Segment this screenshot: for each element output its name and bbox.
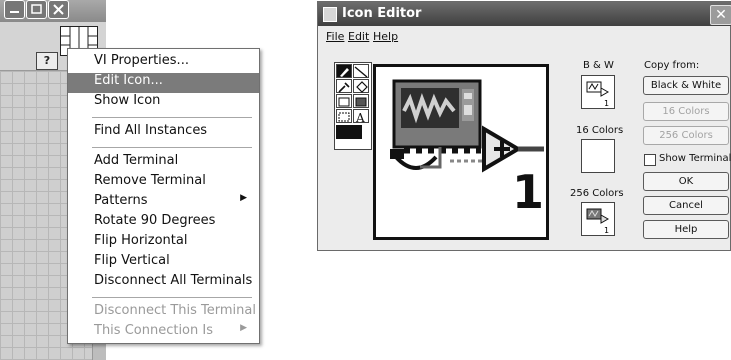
show-terminals-label: Show Terminals (659, 153, 731, 164)
dropper-icon (338, 82, 350, 93)
minimize-button[interactable] (4, 0, 25, 19)
menu-item-remove-terminal[interactable]: Remove Terminal (68, 173, 259, 193)
menu-edit[interactable]: Edit (348, 30, 369, 43)
close-window-button[interactable] (48, 0, 69, 19)
color-copy-tool[interactable] (336, 79, 352, 93)
bw-preview-icon: 1 (586, 81, 609, 108)
menu-item-show-icon[interactable]: Show Icon (68, 93, 259, 113)
bw-label: B & W (583, 60, 614, 71)
fill-tool[interactable] (353, 79, 369, 93)
copy-256-colors-button: 256 Colors (643, 126, 729, 145)
menu-item-vi-properties[interactable]: VI Properties... (68, 53, 259, 73)
copy-black-white-button[interactable]: Black & White (643, 76, 729, 95)
menu-item-find-all-instances[interactable]: Find All Instances (68, 123, 259, 143)
menu-item-patterns[interactable]: Patterns ▶ (68, 193, 259, 213)
twofiftysix-preview-icon: 1 (586, 208, 609, 235)
icon-number-text: 1 (512, 165, 545, 219)
text-tool[interactable]: A (353, 109, 369, 125)
line-tool[interactable] (353, 64, 369, 78)
rectangle-tool[interactable] (336, 94, 352, 108)
menu-file[interactable]: File (326, 30, 344, 43)
close-icon (53, 4, 64, 15)
help-button[interactable]: ? (36, 52, 58, 70)
dialog-title: Icon Editor (342, 6, 422, 21)
bucket-icon (356, 81, 368, 93)
select-tool[interactable] (336, 109, 352, 123)
copy-16-colors-button: 16 Colors (643, 102, 729, 121)
menu-item-add-terminal[interactable]: Add Terminal (68, 153, 259, 173)
menu-help[interactable]: Help (373, 30, 398, 43)
maximize-button[interactable] (26, 0, 47, 19)
menu-item-patterns-label: Patterns (94, 193, 148, 208)
svg-text:1: 1 (604, 226, 609, 235)
cancel-button[interactable]: Cancel (643, 196, 729, 215)
menu-item-edit-icon[interactable]: Edit Icon... (68, 73, 259, 93)
svg-text:1: 1 (604, 99, 609, 108)
pencil-icon (340, 68, 349, 77)
text-icon: A (355, 111, 365, 125)
line-icon (354, 66, 368, 78)
help-dialog-button[interactable]: Help (643, 220, 729, 239)
foreground-color-swatch[interactable] (336, 125, 362, 139)
icon-canvas[interactable]: 1 (373, 64, 549, 240)
dialog-titlebar: Icon Editor ✕ (318, 2, 731, 26)
twofiftysix-colors-label: 256 Colors (570, 188, 624, 199)
question-icon: ? (43, 54, 51, 67)
connector-context-menu: VI Properties... Edit Icon... Show Icon … (67, 48, 260, 344)
show-terminals-checkbox[interactable] (644, 154, 656, 166)
menu-item-disconnect-all[interactable]: Disconnect All Terminals (68, 273, 259, 293)
menu-item-flip-horizontal[interactable]: Flip Horizontal (68, 233, 259, 253)
menu-item-this-connection-is: This Connection Is ▶ (68, 323, 259, 343)
minimize-icon (10, 11, 19, 13)
maximize-icon (31, 4, 42, 14)
filled-rectangle-icon (355, 97, 367, 107)
menu-item-rotate-90[interactable]: Rotate 90 Degrees (68, 213, 259, 233)
twofiftysix-colors-preview[interactable]: 1 (581, 202, 615, 236)
select-icon (338, 112, 350, 122)
copy-from-label: Copy from: (644, 60, 700, 71)
submenu-arrow-icon: ▶ (240, 193, 247, 203)
rectangle-icon (338, 97, 350, 107)
filled-rectangle-tool[interactable] (353, 94, 369, 108)
sixteen-colors-label: 16 Colors (576, 125, 624, 136)
menu-item-flip-vertical[interactable]: Flip Vertical (68, 253, 259, 273)
labview-app-icon (323, 7, 337, 22)
close-icon: ✕ (715, 7, 727, 23)
menu-separator (92, 147, 252, 148)
menu-separator (92, 117, 252, 118)
submenu-arrow-icon: ▶ (240, 323, 247, 333)
menu-separator (92, 297, 252, 298)
icon-editor-dialog: Icon Editor ✕ File Edit Help A 1 B & W 1… (317, 1, 731, 251)
dialog-close-button[interactable]: ✕ (710, 5, 731, 25)
pencil-tool[interactable] (336, 64, 352, 78)
sixteen-colors-preview[interactable] (581, 139, 615, 173)
dialog-menubar: File Edit Help (318, 28, 518, 46)
window-titlebar (0, 0, 106, 22)
menu-item-disconnect-this: Disconnect This Terminal (94, 303, 256, 318)
menu-item-this-connection-label: This Connection Is (94, 323, 213, 338)
ok-button[interactable]: OK (643, 172, 729, 191)
svg-text:A: A (355, 111, 365, 123)
bw-icon-preview[interactable]: 1 (581, 75, 615, 109)
tool-palette: A (334, 62, 372, 150)
